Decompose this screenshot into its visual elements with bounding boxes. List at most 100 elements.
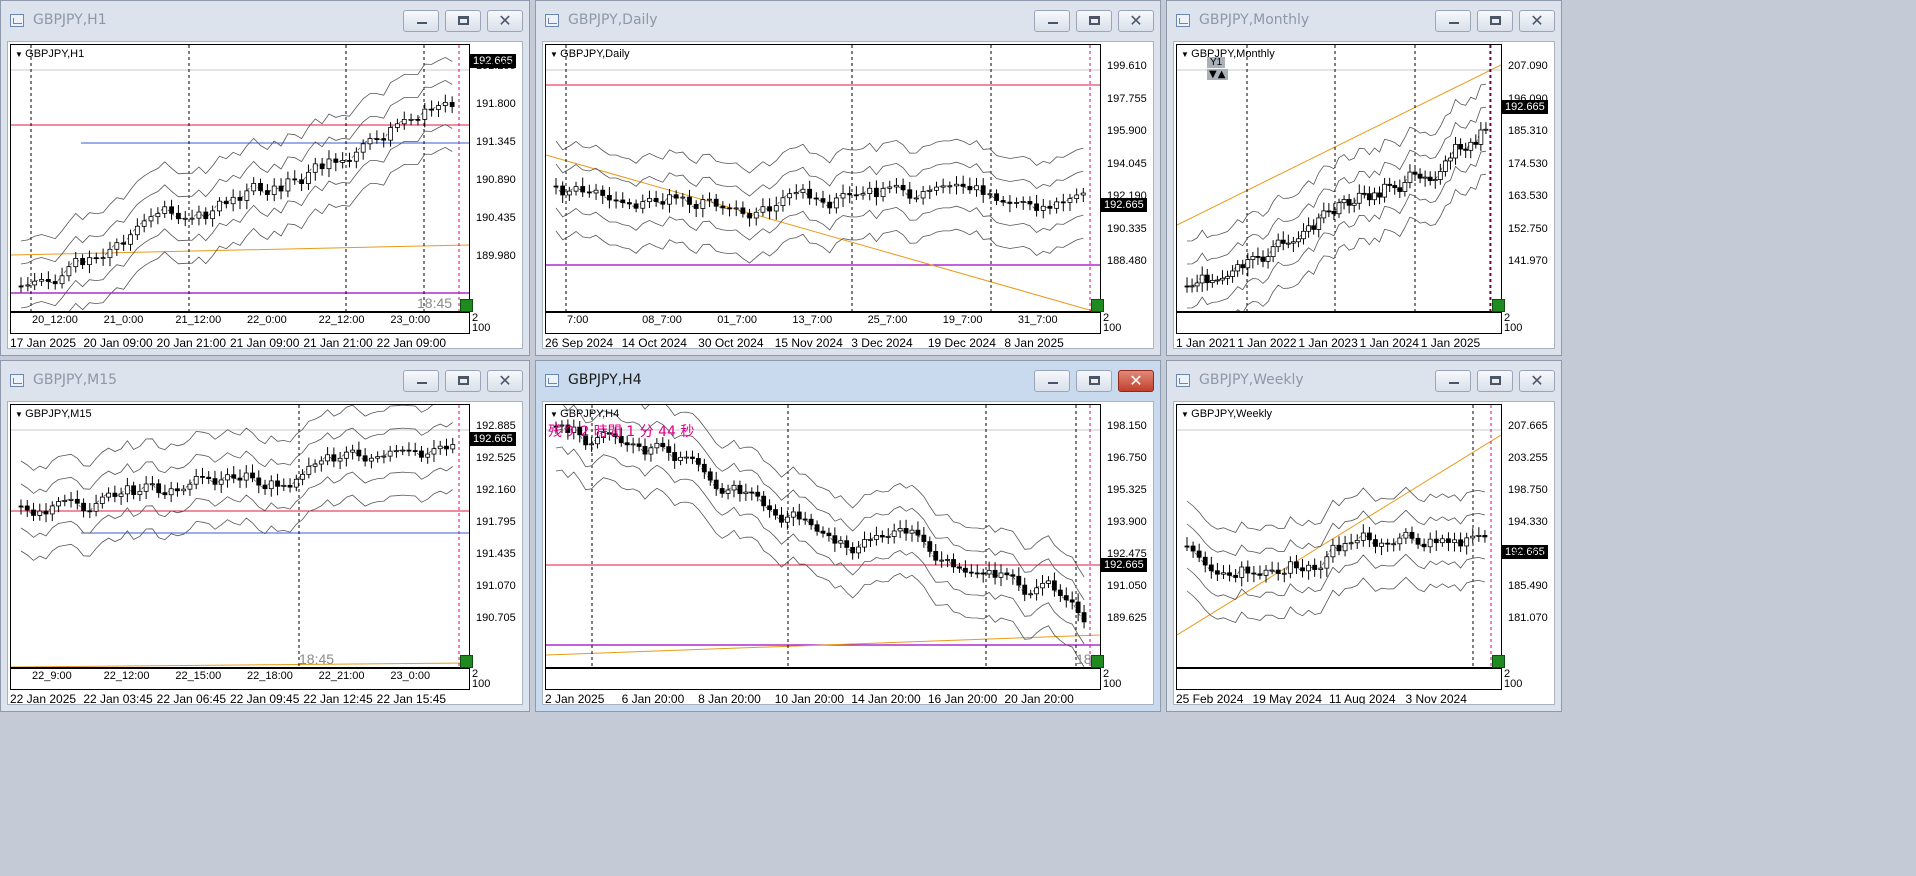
chart-window-daily[interactable]: GBPJPY,Daily ✕ GBPJPY,Daily 2 100 192.66… xyxy=(535,0,1161,356)
candle-body xyxy=(156,483,162,494)
title-bar[interactable]: GBPJPY,H4 ✕ xyxy=(536,361,1160,401)
candle-body xyxy=(128,234,133,245)
candle-body xyxy=(387,450,393,457)
chart-area[interactable]: GBPJPY,H1 18:45 2 100 192.665 192.255191… xyxy=(7,41,523,349)
minimize-button[interactable] xyxy=(1435,10,1471,32)
y-axis-tick: 197.755 xyxy=(1107,92,1147,105)
candle-body xyxy=(37,510,43,516)
price-plot[interactable]: GBPJPY,Daily xyxy=(545,44,1104,312)
close-button[interactable]: ✕ xyxy=(487,10,523,32)
title-bar[interactable]: GBPJPY,Daily ✕ xyxy=(536,1,1160,41)
candle-body xyxy=(1263,569,1269,576)
candle-body xyxy=(388,127,393,141)
window-title: GBPJPY,M15 xyxy=(33,372,118,388)
candle-body xyxy=(450,444,456,450)
chart-area[interactable]: GBPJPY,M15 18:45 2 100 192.665 192.88519… xyxy=(7,401,523,705)
candle-body xyxy=(921,534,927,542)
chart-area[interactable]: GBPJPY,H4 残り 2 時間 1 分 44 秒 18 2 100 192.… xyxy=(542,401,1154,705)
candle-body xyxy=(725,489,731,494)
close-button[interactable]: ✕ xyxy=(1118,370,1154,392)
price-plot[interactable]: GBPJPY,Weekly xyxy=(1176,404,1505,668)
scale-bottom: 100 xyxy=(472,322,491,334)
minimize-button[interactable] xyxy=(1034,370,1070,392)
chart-window-icon xyxy=(1176,374,1190,387)
title-bar[interactable]: GBPJPY,Monthly ✕ xyxy=(1167,1,1561,41)
chart-area[interactable]: GBPJPY,Monthly Y1 ▼▲ 2 100 192.665 207.0… xyxy=(1173,41,1555,349)
candle-body xyxy=(1027,201,1033,205)
chart-window-m15[interactable]: GBPJPY,M15 ✕ GBPJPY,M15 18:45 2 100 192.… xyxy=(0,360,530,712)
minimize-button[interactable] xyxy=(1435,370,1471,392)
price-plot[interactable]: GBPJPY,H4 残り 2 時間 1 分 44 秒 18 xyxy=(545,404,1104,668)
candle-body xyxy=(87,510,93,513)
candle-body xyxy=(987,193,993,196)
chart-window-h1[interactable]: GBPJPY,H1 ✕ GBPJPY,H1 18:45 2 100 192.66… xyxy=(0,0,530,356)
title-bar[interactable]: GBPJPY,H1 ✕ xyxy=(1,1,529,41)
candle-body xyxy=(850,547,856,554)
separator-label: 13_7:00 xyxy=(792,314,833,326)
x-axis-tick: 22 Jan 06:45 xyxy=(156,692,227,705)
chart-area[interactable]: GBPJPY,Daily 2 100 192.665 199.610197.75… xyxy=(542,41,1154,349)
candle-body xyxy=(998,572,1004,578)
minimize-button[interactable] xyxy=(403,370,439,392)
y-axis-tick: 191.345 xyxy=(476,136,516,148)
maximize-button[interactable] xyxy=(1477,370,1513,392)
maximize-button[interactable] xyxy=(445,370,481,392)
chart-area[interactable]: GBPJPY,Weekly 2 100 192.665 207.665203.2… xyxy=(1173,401,1555,705)
close-button[interactable]: ✕ xyxy=(1519,10,1555,32)
price-plot[interactable]: GBPJPY,M15 18:45 xyxy=(10,404,473,668)
chart-label: GBPJPY,Weekly xyxy=(1181,408,1272,420)
candle-body xyxy=(449,101,455,107)
close-button[interactable]: ✕ xyxy=(1118,10,1154,32)
candle-body xyxy=(81,502,86,512)
chart-window-weekly[interactable]: GBPJPY,Weekly ✕ GBPJPY,Weekly 2 100 192.… xyxy=(1166,360,1562,712)
candle-body xyxy=(560,185,566,196)
candle-body xyxy=(945,559,951,561)
close-button[interactable]: ✕ xyxy=(1519,370,1555,392)
candle-body xyxy=(630,443,636,446)
close-button[interactable]: ✕ xyxy=(487,370,523,392)
indicator-period-label[interactable]: Y1 xyxy=(1207,57,1226,68)
maximize-button[interactable] xyxy=(445,10,481,32)
maximize-button[interactable] xyxy=(1076,10,1112,32)
title-bar[interactable]: GBPJPY,Weekly ✕ xyxy=(1167,361,1561,401)
price-plot[interactable]: GBPJPY,Monthly Y1 ▼▲ xyxy=(1176,44,1505,312)
maximize-button[interactable] xyxy=(1076,370,1112,392)
candle-body xyxy=(287,484,293,488)
title-bar[interactable]: GBPJPY,M15 ✕ xyxy=(1,361,529,401)
candle-body xyxy=(218,479,224,485)
candle-body xyxy=(796,511,802,520)
candle-body xyxy=(200,475,205,478)
x-axis-tick: 20 Jan 21:00 xyxy=(156,336,227,349)
y-axis-tick: 192.160 xyxy=(476,484,516,496)
candle-body xyxy=(737,484,743,495)
candle-body xyxy=(700,199,706,209)
candle-body xyxy=(647,197,652,203)
candle-body xyxy=(243,472,249,481)
minimize-button[interactable] xyxy=(403,10,439,32)
candle-body xyxy=(406,449,412,452)
candle-body xyxy=(684,456,689,459)
candle-body xyxy=(1326,210,1332,213)
candle-body xyxy=(1341,199,1347,204)
window-title: GBPJPY,Daily xyxy=(568,12,658,28)
chart-window-monthly[interactable]: GBPJPY,Monthly ✕ GBPJPY,Monthly Y1 ▼▲ 2 … xyxy=(1166,0,1562,356)
candle-body xyxy=(957,566,962,569)
candle-body xyxy=(1069,599,1075,603)
y-axis-tick: 192.525 xyxy=(476,452,516,464)
minimize-button[interactable] xyxy=(1034,10,1070,32)
candle-body xyxy=(800,188,806,193)
candle-body xyxy=(73,258,79,268)
candle-body xyxy=(1356,192,1362,204)
candle-body xyxy=(1000,200,1006,203)
chart-window-h4[interactable]: GBPJPY,H4 ✕ GBPJPY,H4 残り 2 時間 1 分 44 秒 1… xyxy=(535,360,1161,712)
y-axis-tick: 191.800 xyxy=(476,98,516,110)
price-plot[interactable]: GBPJPY,H1 18:45 xyxy=(10,44,473,312)
candle-body xyxy=(903,528,909,534)
maximize-button[interactable] xyxy=(1477,10,1513,32)
period-arrows[interactable]: ▼▲ xyxy=(1207,69,1229,80)
y-axis-tick: 195.900 xyxy=(1107,125,1147,138)
candle-body xyxy=(24,505,30,511)
candle-body xyxy=(1464,537,1470,547)
x-axis-tick: 2 Jan 2025 xyxy=(545,692,605,705)
candle-body xyxy=(367,138,373,145)
